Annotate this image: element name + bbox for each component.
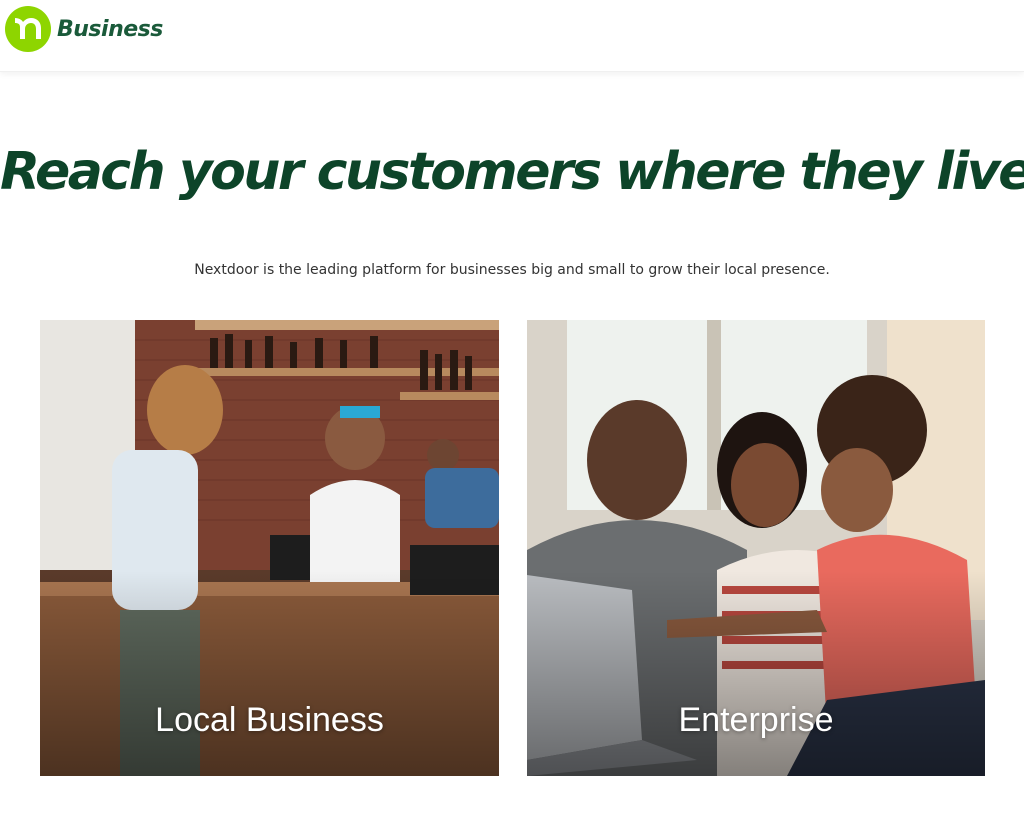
enterprise-label: Enterprise [678,701,834,739]
local-business-label: Local Business [155,701,384,739]
page-headline: Reach your customers where they live. [0,142,1024,202]
local-business-card[interactable]: Local Business [40,320,499,776]
nextdoor-n-icon [5,6,51,52]
enterprise-card[interactable]: Enterprise [527,320,985,776]
logo-wordmark: Business [57,16,163,42]
top-navigation-bar: Business [0,0,1024,72]
nextdoor-business-logo-link[interactable]: Business [5,5,163,53]
page-subheadline: Nextdoor is the leading platform for bus… [194,262,830,278]
